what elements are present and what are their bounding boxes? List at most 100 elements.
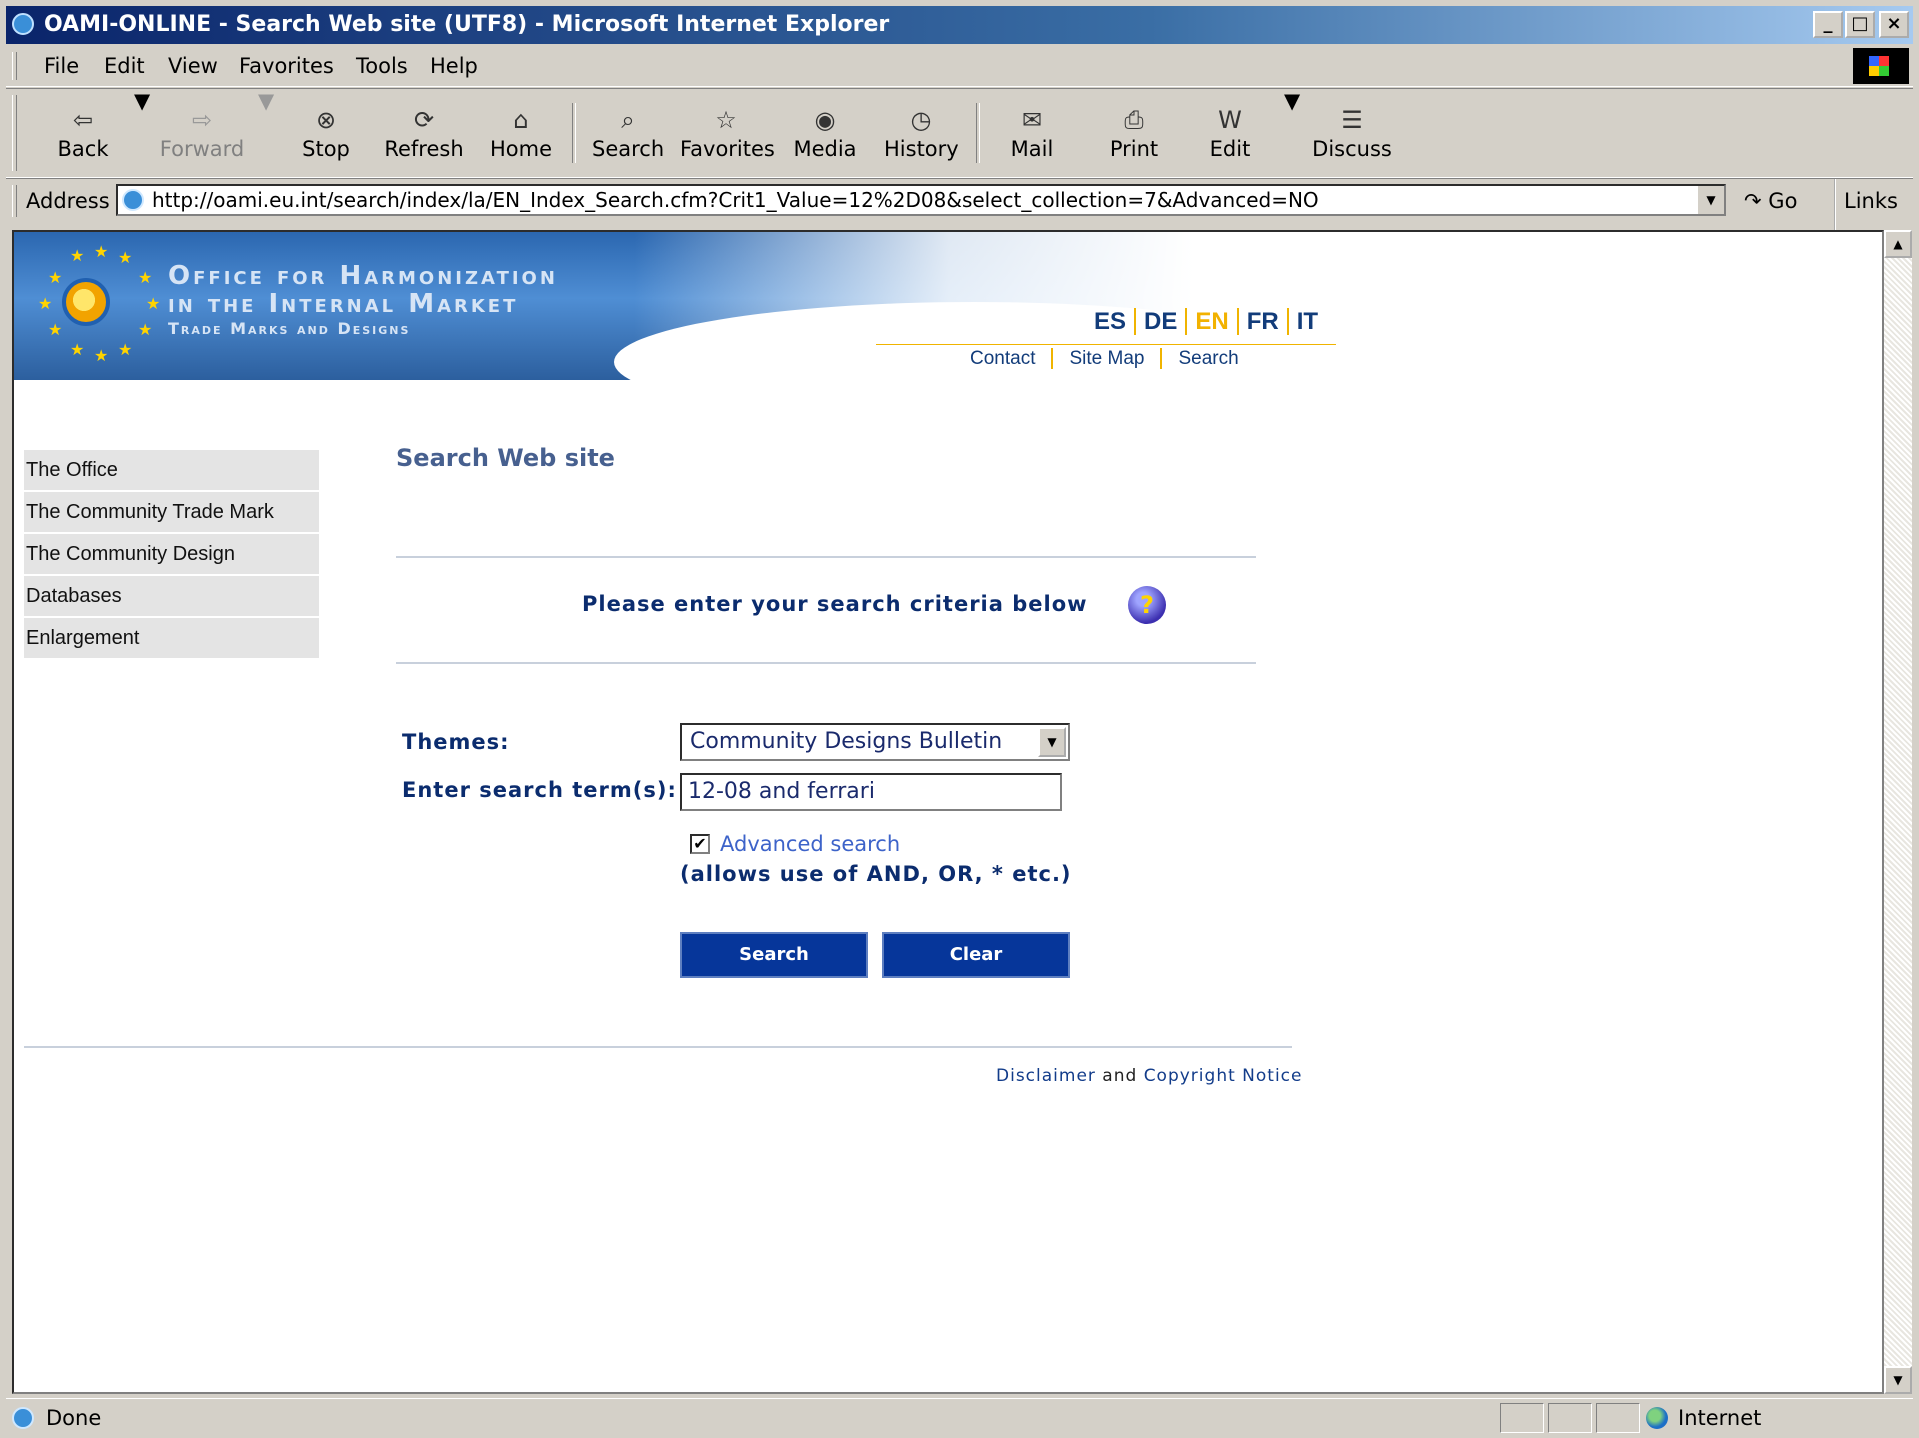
home-button[interactable]: ⌂ Home (488, 89, 554, 177)
windows-logo-icon (1853, 48, 1909, 84)
themes-label: Themes: (402, 730, 510, 754)
edit-icon: W (1218, 106, 1242, 134)
chevron-down-icon[interactable]: ▼ (1038, 727, 1066, 757)
vertical-scrollbar[interactable]: ▲ ▼ (1884, 230, 1912, 1394)
favorites-button[interactable]: ☆ Favorites (680, 89, 775, 177)
nav-item-databases[interactable]: Databases (24, 576, 319, 616)
address-label: Address (26, 189, 110, 213)
divider (396, 556, 1256, 558)
edit-label: Edit (1209, 137, 1251, 161)
scroll-up-icon[interactable]: ▲ (1884, 230, 1912, 258)
forward-label: Forward (159, 137, 245, 161)
disclaimer-link[interactable]: Disclaimer (996, 1066, 1096, 1086)
language-selector: ES DE EN FR IT (1086, 308, 1327, 336)
status-bar: Done Internet (6, 1398, 1913, 1437)
address-dropdown-icon[interactable]: ▼ (1696, 186, 1724, 214)
print-label: Print (1109, 137, 1159, 161)
scroll-down-icon[interactable]: ▼ (1884, 1366, 1912, 1394)
stop-label: Stop (302, 137, 350, 161)
go-button[interactable]: ↷ Go (1744, 179, 1797, 223)
menu-view[interactable]: View (168, 46, 218, 86)
menu-bar: File Edit View Favorites Tools Help (6, 46, 1913, 87)
media-button[interactable]: ◉ Media (792, 89, 858, 177)
nav-item-trade-mark[interactable]: The Community Trade Mark (24, 492, 319, 532)
search-toolbar-button[interactable]: ⌕ Search (592, 89, 664, 177)
favorites-icon: ☆ (715, 106, 737, 134)
standard-toolbar: ⇦ Back ▼ ⇨ Forward ▼ ⊗ Stop ⟳ Refresh ⌂ … (6, 88, 1913, 178)
status-text: Done (46, 1406, 102, 1430)
go-arrow-icon: ↷ (1744, 189, 1762, 213)
history-button[interactable]: ◷ History (884, 89, 959, 177)
nav-item-office[interactable]: The Office (24, 450, 319, 490)
discuss-label: Discuss (1312, 137, 1392, 161)
search-button[interactable]: Search (680, 932, 868, 978)
edit-dropdown-icon[interactable]: ▼ (1284, 89, 1300, 177)
mail-button[interactable]: ✉ Mail (1002, 89, 1062, 177)
zone-label: Internet (1678, 1406, 1762, 1430)
lang-fr[interactable]: FR (1236, 308, 1287, 335)
status-pane (1596, 1403, 1640, 1433)
search-term-value: 12-08 and ferrari (688, 779, 875, 804)
menu-tools[interactable]: Tools (356, 46, 408, 86)
nav-item-enlargement[interactable]: Enlargement (24, 618, 319, 658)
toolbar-separator (572, 103, 576, 163)
back-arrow-icon: ⇦ (72, 106, 94, 134)
status-pane (1500, 1403, 1544, 1433)
stop-button[interactable]: ⊗ Stop (296, 89, 356, 177)
lang-es[interactable]: ES (1086, 308, 1134, 335)
address-bar: Address http://oami.eu.int/search/index/… (6, 178, 1913, 267)
back-button[interactable]: ⇦ Back (50, 89, 116, 177)
contact-link[interactable]: Contact (954, 348, 1051, 369)
toolbar-grip (12, 95, 17, 171)
discuss-button[interactable]: ☰ Discuss (1310, 89, 1394, 177)
menu-favorites[interactable]: Favorites (239, 46, 334, 86)
history-label: History (884, 137, 959, 161)
sitemap-link[interactable]: Site Map (1051, 348, 1161, 369)
address-input[interactable]: http://oami.eu.int/search/index/la/EN_In… (116, 184, 1726, 216)
edit-button[interactable]: W Edit (1202, 89, 1258, 177)
close-button[interactable]: × (1879, 11, 1909, 38)
forward-dropdown-icon[interactable]: ▼ (258, 89, 274, 177)
themes-select[interactable]: Community Designs Bulletin ▼ (680, 723, 1070, 761)
refresh-button[interactable]: ⟳ Refresh (382, 89, 466, 177)
minimize-button[interactable]: _ (1813, 11, 1843, 38)
search-link[interactable]: Search (1160, 348, 1255, 369)
ohim-title: Office for Harmonization in the Internal… (168, 262, 558, 340)
refresh-label: Refresh (384, 137, 464, 161)
favorites-label: Favorites (680, 137, 775, 161)
maximize-button[interactable]: □ (1845, 11, 1875, 38)
ohim-title-line3: Trade Marks and Designs (168, 319, 411, 338)
print-icon: ⎙ (1124, 106, 1144, 134)
print-button[interactable]: ⎙ Print (1104, 89, 1164, 177)
addressbar-grip (12, 185, 17, 217)
search-icon: ⌕ (621, 106, 635, 134)
clear-button[interactable]: Clear (882, 932, 1070, 978)
help-icon[interactable]: ? (1128, 586, 1166, 624)
search-term-label: Enter search term(s): (402, 778, 677, 802)
discuss-icon: ☰ (1341, 106, 1363, 134)
links-label: Links (1844, 189, 1898, 213)
menu-help[interactable]: Help (430, 46, 478, 86)
advanced-search-label[interactable]: Advanced search (720, 832, 900, 856)
advanced-search-checkbox[interactable]: ✔ (690, 834, 710, 854)
lang-de[interactable]: DE (1134, 308, 1186, 335)
home-label: Home (489, 137, 552, 161)
back-label: Back (57, 137, 109, 161)
refresh-icon: ⟳ (413, 106, 435, 134)
lang-it[interactable]: IT (1286, 308, 1327, 335)
lang-en[interactable]: EN (1185, 308, 1237, 335)
menu-edit[interactable]: Edit (104, 46, 145, 86)
address-url[interactable]: http://oami.eu.int/search/index/la/EN_In… (152, 186, 1319, 214)
search-term-input[interactable]: 12-08 and ferrari (680, 773, 1062, 811)
menu-file[interactable]: File (44, 46, 79, 86)
ohim-emblem-icon (62, 278, 110, 326)
media-icon: ◉ (814, 106, 836, 134)
forward-button[interactable]: ⇨ Forward (158, 89, 246, 177)
nav-item-design[interactable]: The Community Design (24, 534, 319, 574)
back-dropdown-icon[interactable]: ▼ (134, 89, 150, 177)
footer-and: and (1102, 1066, 1138, 1086)
copyright-link[interactable]: Copyright Notice (1144, 1066, 1303, 1086)
themes-selected-value: Community Designs Bulletin (690, 729, 1003, 754)
page-status-icon (12, 1407, 34, 1429)
top-links: Contact Site Map Search (954, 344, 1255, 374)
